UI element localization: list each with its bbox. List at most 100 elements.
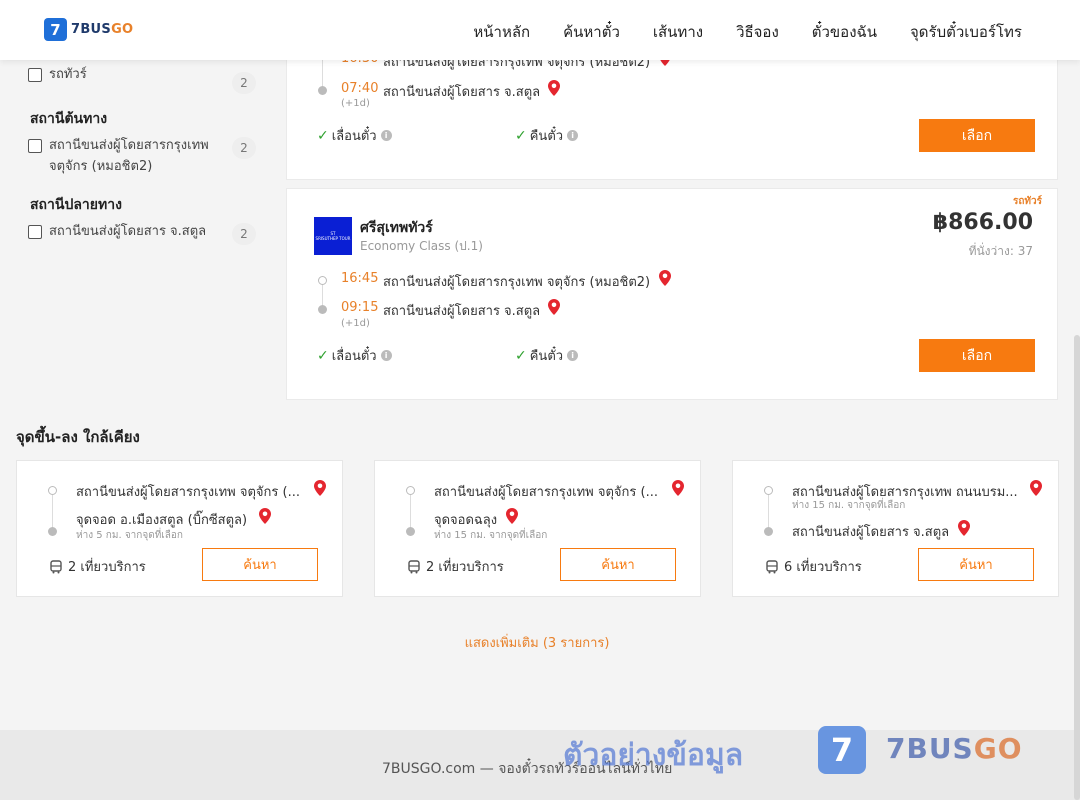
nearby-trip-count: 2 เที่ยวบริการ — [49, 556, 146, 577]
plus-day-label: (+1d) — [341, 318, 370, 329]
info-icon[interactable]: i — [380, 130, 392, 141]
nearby-search-button[interactable]: ค้นหา — [202, 548, 318, 581]
map-pin-icon[interactable] — [548, 299, 560, 315]
route-line — [52, 495, 53, 529]
nearby-from-station: สถานีขนส่งผู้โดยสารกรุงเทพ จตุจักร (... — [76, 485, 300, 500]
info-icon[interactable]: i — [567, 350, 579, 361]
nav-home[interactable]: หน้าหลัก — [473, 20, 530, 44]
map-pin-icon[interactable] — [659, 270, 671, 286]
filter-count-badge: 2 — [232, 223, 256, 245]
nav-how-to-book[interactable]: วิธีจอง — [736, 20, 779, 44]
nearby-distance: ห่าง 5 กม. จากจุดที่เลือก — [76, 530, 183, 541]
filter-origin-station[interactable]: สถานีขนส่งผู้โดยสารกรุงเทพ จตุจักร (หมอช… — [28, 137, 256, 177]
arrive-time: 09:15 — [341, 300, 379, 315]
feature-refund-ticket: ✓ คืนตั๋ว i — [515, 125, 579, 146]
check-icon: ✓ — [317, 347, 329, 364]
nearby-to-station: สถานีขนส่งผู้โดยสาร จ.สตูล — [792, 525, 950, 540]
nearby-card: สถานีขนส่งผู้โดยสารกรุงเทพ จตุจักร (... … — [16, 460, 343, 597]
destination-filter-title: สถานีปลายทาง — [30, 197, 122, 213]
check-icon: ✓ — [317, 127, 329, 144]
nearby-trip-count: 6 เที่ยวบริการ — [765, 556, 862, 577]
map-pin-icon[interactable] — [314, 480, 326, 496]
filter-checkbox[interactable] — [28, 139, 42, 153]
route-line — [322, 55, 323, 89]
main-nav: หน้าหลัก ค้นหาตั๋ว เส้นทาง วิธีจอง ตั๋วข… — [473, 20, 1022, 44]
nearby-search-button[interactable]: ค้นหา — [560, 548, 676, 581]
feature-change-ticket: ✓ เลื่อนตั๋ว i — [317, 345, 392, 366]
map-pin-icon[interactable] — [548, 80, 560, 96]
trip-card: รถทัวร์ ST SRISUTHEP TOUR ศรีสุเทพทัวร์ E… — [286, 188, 1058, 400]
map-pin-icon[interactable] — [672, 480, 684, 496]
route-line — [768, 495, 769, 529]
route-end-dot — [48, 527, 57, 536]
nearby-trip-count: 2 เที่ยวบริการ — [407, 556, 504, 577]
plus-day-label: (+1d) — [341, 98, 370, 109]
watermark-brand: 7BUSGO — [886, 732, 1023, 765]
bus-icon — [50, 559, 62, 573]
check-icon: ✓ — [515, 347, 527, 364]
filter-checkbox[interactable] — [28, 225, 42, 239]
nearby-to-station: จุดจอด อ.เมืองสตูล (บิ๊กซีสตูล) — [76, 513, 248, 528]
check-icon: ✓ — [515, 127, 527, 144]
seats-available: ที่นั่งว่าง: 37 — [968, 244, 1033, 258]
route-end-dot — [764, 527, 773, 536]
map-pin-icon[interactable] — [506, 508, 518, 524]
map-pin-icon[interactable] — [958, 520, 970, 536]
info-icon[interactable]: i — [567, 130, 579, 141]
operator-logo: ST SRISUTHEP TOUR — [314, 217, 352, 255]
bus-class: Economy Class (ป.1) — [360, 239, 483, 253]
nearby-search-button[interactable]: ค้นหา — [918, 548, 1034, 581]
nav-search-tickets[interactable]: ค้นหาตั๋ว — [563, 20, 620, 44]
bus-type-tag: รถทัวร์ — [1013, 196, 1043, 207]
nav-ticket-pickup[interactable]: จุดรับตั๋วเบอร์โทร — [910, 20, 1022, 44]
route-start-dot — [764, 486, 773, 495]
info-icon[interactable]: i — [380, 350, 392, 361]
nearby-distance: ห่าง 15 กม. จากจุดที่เลือก — [434, 530, 548, 541]
select-trip-button[interactable]: เลือก — [919, 339, 1035, 372]
feature-refund-ticket: ✓ คืนตั๋ว i — [515, 345, 579, 366]
page-scrollbar[interactable] — [1074, 335, 1080, 800]
filter-checkbox[interactable] — [28, 68, 42, 82]
arrive-dot — [318, 86, 327, 95]
top-header: 7 7BUSGO หน้าหลัก ค้นหาตั๋ว เส้นทาง วิธี… — [0, 0, 1080, 60]
nearby-card: สถานีขนส่งผู้โดยสารกรุงเทพ ถนนบรม... ห่า… — [732, 460, 1059, 597]
route-line — [410, 495, 411, 529]
watermark-logo: 7 — [818, 726, 866, 774]
filter-destination-station[interactable]: สถานีขนส่งผู้โดยสาร จ.สตูล 2 — [28, 223, 256, 245]
filter-label: รถทัวร์ — [49, 67, 87, 82]
logo-mark: 7 — [44, 18, 67, 41]
arrive-time: 07:40 — [341, 81, 379, 96]
select-trip-button[interactable]: เลือก — [919, 119, 1035, 152]
depart-dot — [318, 276, 327, 285]
depart-time: 16:45 — [341, 271, 379, 286]
nearby-to-station: จุดจอดฉลุง — [434, 513, 498, 528]
arrive-station: สถานีขนส่งผู้โดยสาร จ.สตูล — [383, 85, 541, 100]
origin-filter-title: สถานีต้นทาง — [30, 111, 108, 127]
filter-count-badge: 2 — [232, 72, 256, 94]
operator-name: ศรีสุเทพทัวร์ — [360, 220, 433, 236]
show-more-link[interactable]: แสดงเพิ่มเติม (3 รายการ) — [0, 632, 1074, 653]
map-pin-icon[interactable] — [1030, 480, 1042, 496]
nav-routes[interactable]: เส้นทาง — [653, 20, 703, 44]
nav-my-tickets[interactable]: ตั๋วของฉัน — [812, 20, 877, 44]
nearby-card: สถานีขนส่งผู้โดยสารกรุงเทพ จตุจักร (... … — [374, 460, 701, 597]
nearby-distance: ห่าง 15 กม. จากจุดที่เลือก — [792, 500, 906, 511]
filter-label: สถานีขนส่งผู้โดยสารกรุงเทพ จตุจักร (หมอช… — [49, 138, 209, 174]
depart-station: สถานีขนส่งผู้โดยสารกรุงเทพ จตุจักร (หมอช… — [383, 275, 651, 290]
watermark-text: ตัวอย่างข้อมูล — [563, 738, 744, 773]
route-start-dot — [48, 486, 57, 495]
filter-label: สถานีขนส่งผู้โดยสาร จ.สตูล — [49, 224, 207, 239]
arrive-station: สถานีขนส่งผู้โดยสาร จ.สตูล — [383, 304, 541, 319]
route-start-dot — [406, 486, 415, 495]
logo-text: 7BUSGO — [71, 22, 134, 37]
bus-icon — [766, 559, 778, 573]
map-pin-icon[interactable] — [259, 508, 271, 524]
nearby-from-station: สถานีขนส่งผู้โดยสารกรุงเทพ จตุจักร (... — [434, 485, 658, 500]
bus-icon — [408, 559, 420, 573]
brand-logo[interactable]: 7 7BUSGO — [44, 18, 133, 41]
route-end-dot — [406, 527, 415, 536]
filter-bus-type-tour[interactable]: รถทัวร์ 2 — [28, 66, 256, 94]
trip-price: ฿866.00 — [932, 210, 1033, 235]
nearby-stops-title: จุดขึ้น-ลง ใกล้เคียง — [16, 428, 140, 446]
feature-change-ticket: ✓ เลื่อนตั๋ว i — [317, 125, 392, 146]
